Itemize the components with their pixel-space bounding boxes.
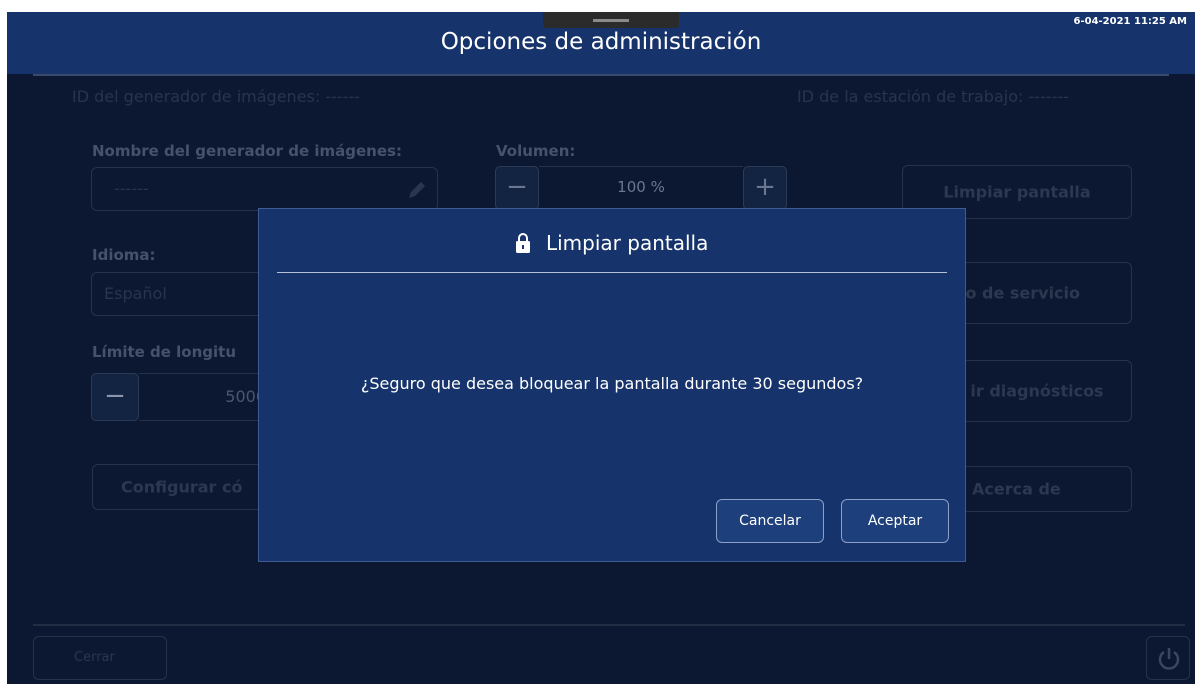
dialog-message: ¿Seguro que desea bloquear la pantalla d… xyxy=(360,374,864,393)
app-screen: Opciones de administración 6-04-2021 11:… xyxy=(7,12,1195,684)
dialog-header: Limpiar pantalla xyxy=(259,229,965,259)
lock-icon xyxy=(515,232,530,253)
modal-overlay: Limpiar pantalla ¿Seguro que desea bloqu… xyxy=(7,12,1195,684)
cancel-button[interactable]: Cancelar xyxy=(716,499,824,543)
clear-screen-dialog: Limpiar pantalla ¿Seguro que desea bloqu… xyxy=(258,208,966,562)
dialog-divider xyxy=(277,272,947,273)
dialog-title: Limpiar pantalla xyxy=(545,230,709,255)
accept-button[interactable]: Aceptar xyxy=(841,499,949,543)
